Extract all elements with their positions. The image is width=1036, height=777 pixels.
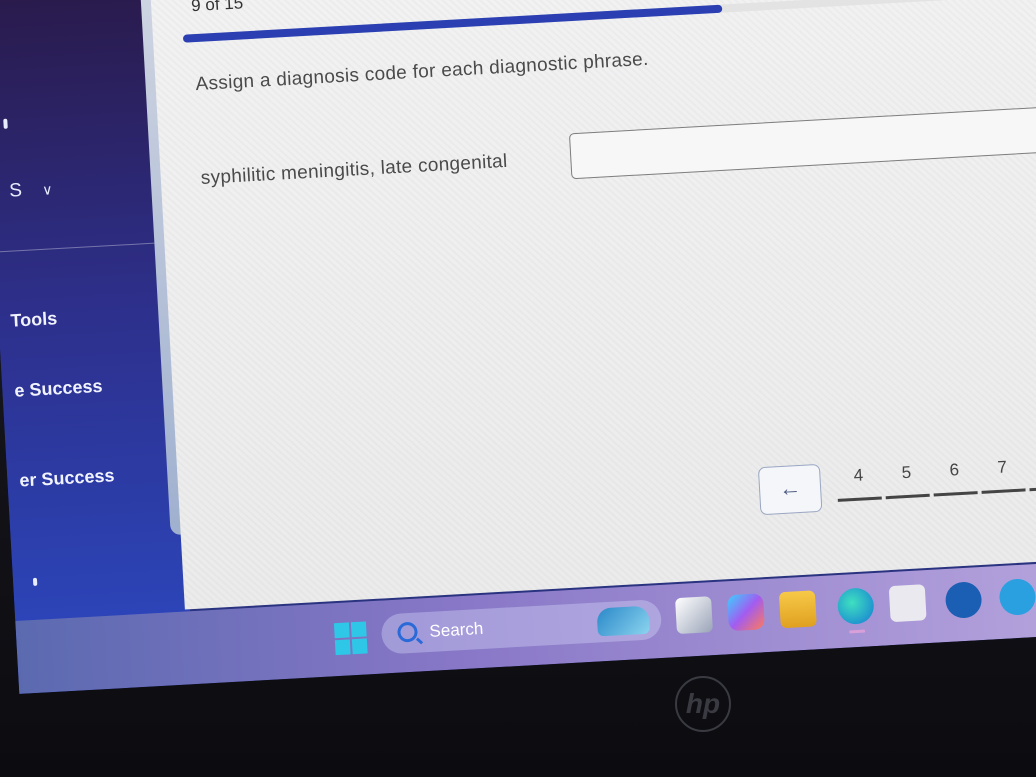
progress-bar-fill [182, 4, 723, 43]
page-number: 5 [901, 462, 912, 483]
page-button[interactable]: 8 [1028, 454, 1036, 492]
copilot-icon[interactable] [726, 593, 765, 632]
chevron-down-icon: ∨ [41, 181, 54, 198]
diagnosis-code-input[interactable] [568, 104, 1036, 180]
sidebar-section-label: S [8, 179, 24, 202]
page-number: 4 [853, 465, 864, 485]
taskbar-search[interactable]: Search [380, 598, 663, 655]
page-button[interactable]: 7 [980, 456, 1026, 494]
search-icon [396, 621, 419, 643]
hp-support-icon[interactable] [944, 581, 983, 620]
sidebar-item-success[interactable]: e Success [14, 376, 103, 402]
sidebar-item-tools[interactable]: Tools [10, 308, 58, 332]
page-button[interactable]: 6 [932, 459, 978, 497]
page-button[interactable]: 5 [884, 462, 930, 500]
task-view-icon[interactable] [675, 596, 713, 635]
progress-bar [182, 0, 1036, 43]
screen: S ∨ Tools e Success er Success 9 of 15 A… [0, 0, 1036, 694]
arrow-left-icon: ← [778, 474, 802, 502]
file-explorer-icon[interactable] [778, 590, 817, 629]
page-number: 7 [996, 457, 1008, 477]
store-icon[interactable] [888, 584, 927, 623]
sidebar-partial-glyph [32, 577, 38, 586]
help-icon[interactable] [998, 578, 1036, 617]
diagnostic-phrase: syphilitic meningitis, late congenital [200, 150, 509, 189]
search-highlight-icon [596, 605, 650, 637]
sidebar-item-career-success[interactable]: er Success [19, 465, 115, 491]
page-number: 6 [949, 460, 960, 480]
page-button[interactable]: 4 [836, 465, 882, 502]
sidebar-section-toggle[interactable]: S ∨ [9, 178, 54, 202]
hp-logo: hp [675, 676, 731, 732]
edge-icon[interactable] [836, 587, 875, 626]
sidebar-divider [0, 242, 155, 253]
start-icon[interactable] [333, 621, 368, 656]
sidebar-item-label: er Success [18, 465, 115, 491]
sidebar-partial-glyph [3, 118, 8, 129]
taskbar-search-label: Search [428, 618, 484, 641]
sidebar-item-label: Tools [9, 308, 58, 331]
progress-label: 9 of 15 [190, 0, 244, 16]
sidebar-item-label: e Success [13, 375, 103, 401]
previous-page-button[interactable]: ← [757, 463, 823, 516]
question-instruction: Assign a diagnosis code for each diagnos… [195, 48, 650, 96]
question-pagination: ← 4 5 6 7 8 [757, 447, 1036, 517]
question-panel: 9 of 15 Assign a diagnosis code for each… [149, 0, 1036, 610]
